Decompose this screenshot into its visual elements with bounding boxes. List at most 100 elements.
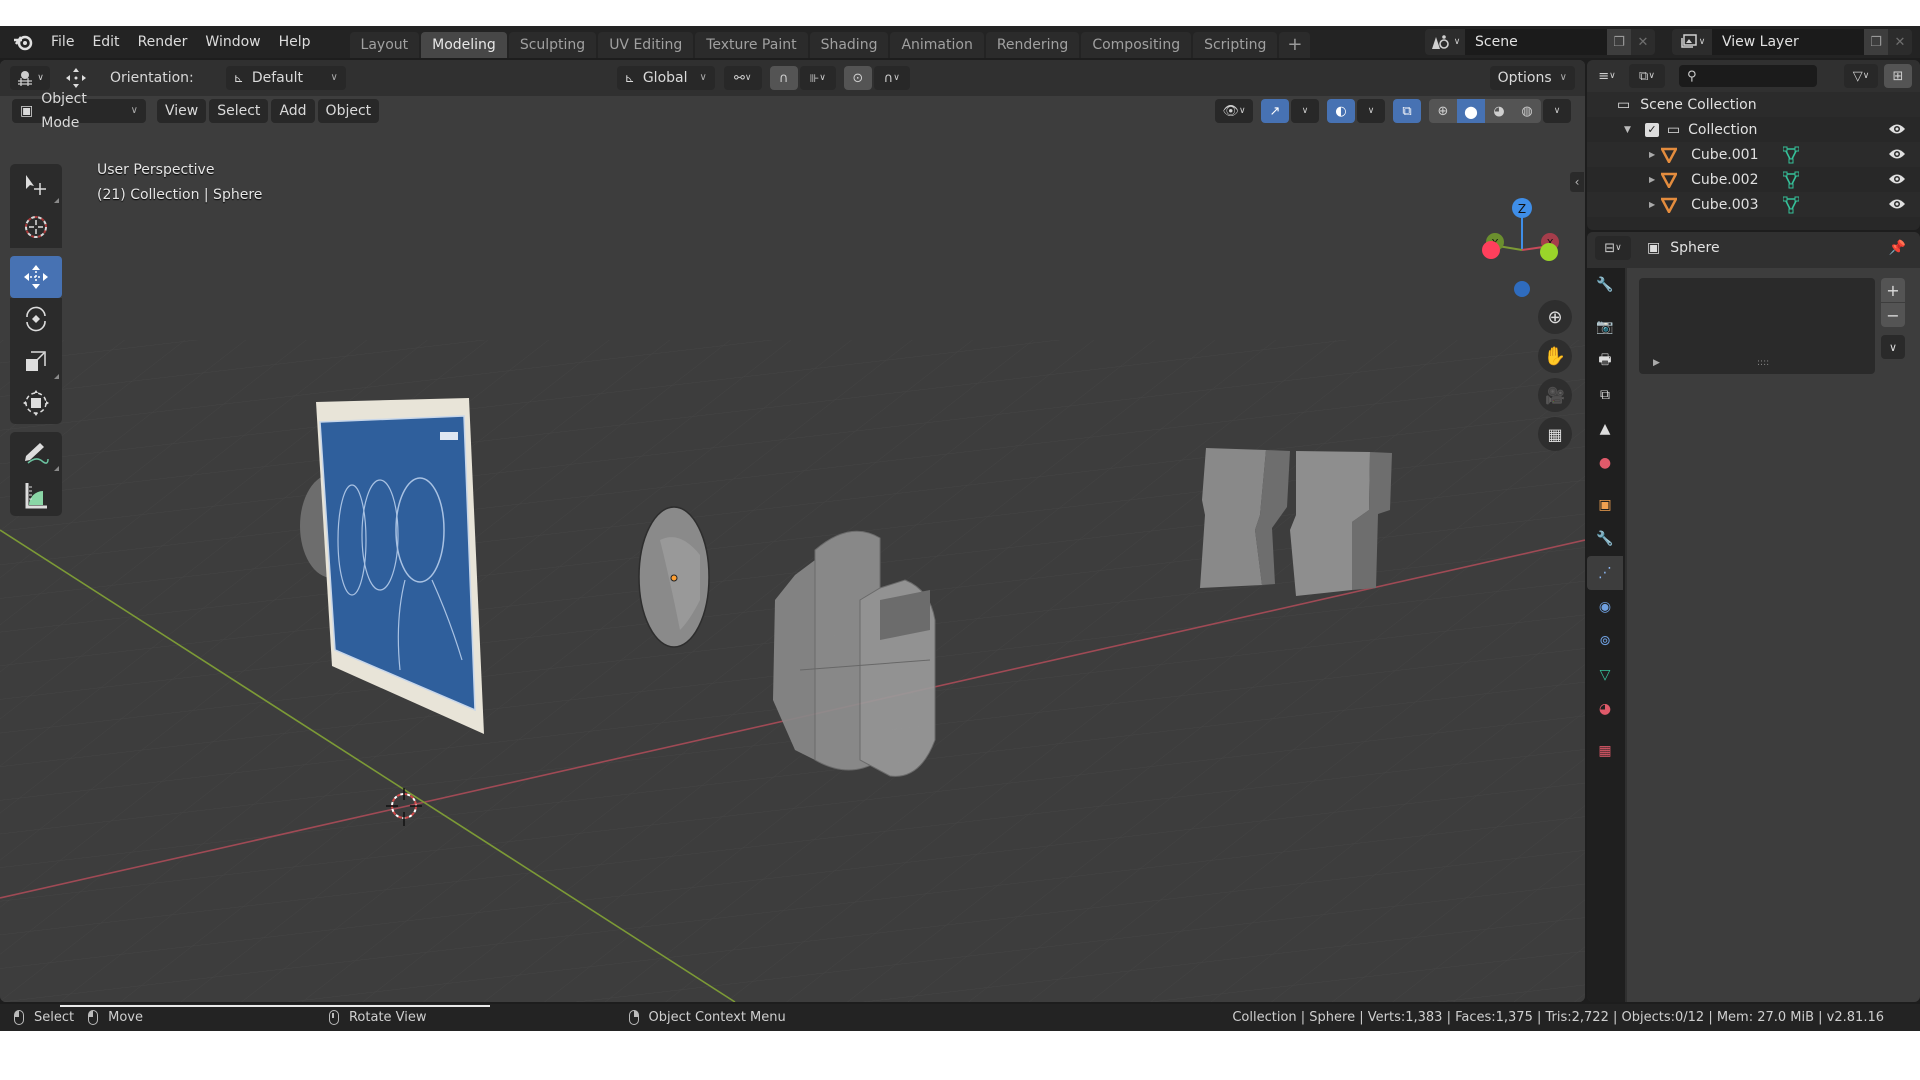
tool-rotate[interactable]	[10, 298, 62, 340]
tab-compositing[interactable]: Compositing	[1081, 32, 1192, 58]
outliner-row-cube-001[interactable]: ▶ Cube.001	[1587, 142, 1920, 167]
display-mode-dropdown[interactable]: ⧉ ∨	[1629, 64, 1665, 88]
menu-window[interactable]: Window	[196, 26, 269, 58]
visibility-eye-icon[interactable]	[1888, 147, 1906, 165]
visibility-dropdown[interactable]: 👁 ∨	[1215, 99, 1253, 123]
add-particle-system-button[interactable]: +	[1881, 278, 1905, 302]
scene-browse-button[interactable]: ∨	[1425, 29, 1465, 55]
sidebar-toggle[interactable]: ‹	[1570, 172, 1584, 192]
proportional-falloff-dropdown[interactable]: ∩ ∨	[873, 66, 910, 90]
menu-render[interactable]: Render	[129, 26, 197, 58]
tab-data[interactable]: ▽	[1587, 658, 1623, 692]
delete-view-layer-button[interactable]: ✕	[1888, 29, 1912, 55]
remove-particle-system-button[interactable]: −	[1881, 303, 1905, 327]
outliner-row-cube-003[interactable]: ▶ Cube.003	[1587, 192, 1920, 217]
tab-sculpting[interactable]: Sculpting	[508, 32, 597, 58]
specials-menu-button[interactable]: ∨	[1881, 335, 1905, 359]
menu-edit[interactable]: Edit	[83, 26, 128, 58]
shading-wireframe[interactable]: ⊕	[1429, 99, 1457, 123]
tab-rendering[interactable]: Rendering	[985, 32, 1080, 58]
tool-measure[interactable]	[10, 474, 62, 516]
tab-tool[interactable]: 🔧	[1587, 268, 1623, 302]
tool-transform[interactable]	[10, 382, 62, 424]
gizmo-dropdown[interactable]: ∨	[1291, 99, 1319, 123]
tab-constraints[interactable]: ⊚	[1587, 624, 1623, 658]
tab-render[interactable]: 📷	[1587, 310, 1623, 344]
view-layer-browse-button[interactable]: ∨	[1672, 29, 1712, 55]
filter-dropdown[interactable]: ▽ ∨	[1844, 64, 1878, 88]
expand-arrow-icon[interactable]: ▶	[1649, 175, 1655, 184]
visibility-eye-icon[interactable]	[1888, 197, 1906, 215]
mesh-data-icon[interactable]	[1783, 146, 1799, 164]
tab-scripting[interactable]: Scripting	[1193, 32, 1278, 58]
new-collection-button[interactable]: ⊞	[1884, 64, 1912, 88]
mesh-data-icon[interactable]	[1783, 171, 1799, 189]
shading-dropdown[interactable]: ∨	[1543, 99, 1571, 123]
options-dropdown[interactable]: Options ∨	[1489, 66, 1575, 90]
new-scene-button[interactable]: ❐	[1607, 29, 1631, 55]
mesh-data-icon[interactable]	[1783, 196, 1799, 214]
expand-arrow-icon[interactable]: ▶	[1649, 200, 1655, 209]
list-expand-icon[interactable]: ▶	[1653, 358, 1660, 368]
menu-object[interactable]: Object	[317, 99, 380, 123]
pan-view-button[interactable]: ✋	[1538, 339, 1572, 373]
outliner-row-scene-collection[interactable]: ▭ Scene Collection	[1587, 92, 1920, 117]
tab-texture[interactable]: ▦	[1587, 734, 1623, 768]
tab-shading[interactable]: Shading	[809, 32, 889, 58]
tab-world[interactable]: ●	[1587, 446, 1623, 480]
zoom-view-button[interactable]: ⊕	[1538, 300, 1572, 334]
proportional-editing-toggle[interactable]: ⊙	[843, 66, 872, 90]
tool-select-box[interactable]	[10, 164, 62, 206]
snap-toggle[interactable]: ∩	[769, 66, 798, 90]
tool-scale[interactable]	[10, 340, 62, 382]
perspective-toggle-button[interactable]: ▦	[1538, 417, 1572, 451]
cube-objects[interactable]	[1200, 448, 1392, 596]
scene-name-field[interactable]: Scene	[1465, 29, 1607, 55]
tab-particles[interactable]: ⋰	[1587, 556, 1623, 590]
collection-checkbox[interactable]: ✓	[1644, 122, 1659, 137]
tool-annotate[interactable]	[10, 432, 62, 474]
tab-uv-editing[interactable]: UV Editing	[598, 32, 694, 58]
overlays-toggle[interactable]: ◐	[1327, 99, 1355, 123]
tool-cursor[interactable]	[10, 206, 62, 248]
disclosure-triangle-icon[interactable]: ▼	[1624, 125, 1631, 135]
tab-texture-paint[interactable]: Texture Paint	[695, 32, 808, 58]
menu-help[interactable]: Help	[270, 26, 320, 58]
sphere-object[interactable]	[638, 506, 710, 648]
tab-modifiers[interactable]: 🔧	[1587, 522, 1623, 556]
orientation-dropdown[interactable]: ⊾ Default ∨	[225, 66, 346, 90]
outliner-editor-type[interactable]: ≡ ∨	[1593, 64, 1621, 88]
mode-dropdown[interactable]: ▣ Object Mode ∨	[12, 91, 146, 131]
blender-logo-icon[interactable]	[12, 31, 34, 53]
delete-scene-button[interactable]: ✕	[1631, 29, 1655, 55]
menu-view[interactable]: View	[157, 99, 207, 123]
shading-solid[interactable]: ●	[1457, 99, 1485, 123]
properties-editor-type[interactable]: ⊟ ∨	[1595, 236, 1631, 260]
shading-rendered[interactable]: ◍	[1513, 99, 1541, 123]
tab-layout[interactable]: Layout	[349, 32, 420, 58]
view-layer-name-field[interactable]: View Layer	[1712, 29, 1864, 55]
expand-arrow-icon[interactable]: ▶	[1649, 150, 1655, 159]
pin-icon[interactable]: 📌	[1889, 240, 1906, 256]
camera-view-button[interactable]: 🎥	[1538, 378, 1572, 412]
tab-view-layer[interactable]: ⧉	[1587, 378, 1623, 412]
new-view-layer-button[interactable]: ❐	[1864, 29, 1888, 55]
visibility-eye-icon[interactable]	[1888, 172, 1906, 190]
visibility-eye-icon[interactable]	[1888, 122, 1906, 140]
outliner-search-input[interactable]: ⚲	[1679, 65, 1817, 87]
pivot-point-dropdown[interactable]: ⚯ ∨	[723, 66, 762, 90]
3d-viewport[interactable]: Z Y X ∨ Orientation: ⊾ Default	[0, 60, 1585, 1002]
tab-object[interactable]: ▣	[1587, 488, 1623, 522]
xray-toggle[interactable]: ⧉	[1393, 99, 1421, 123]
tool-move[interactable]	[10, 256, 62, 298]
menu-add[interactable]: Add	[271, 99, 315, 123]
menu-select[interactable]: Select	[209, 99, 269, 123]
resize-handle-icon[interactable]: ::::	[1757, 358, 1769, 368]
tab-physics[interactable]: ◉	[1587, 590, 1623, 624]
add-workspace-button[interactable]: +	[1279, 32, 1311, 58]
tab-output[interactable]: 🖶	[1587, 344, 1623, 378]
transform-orientation-dropdown[interactable]: ⊾ Global ∨	[616, 66, 715, 90]
tab-modeling[interactable]: Modeling	[421, 32, 507, 58]
overlays-dropdown[interactable]: ∨	[1357, 99, 1385, 123]
menu-file[interactable]: File	[42, 26, 83, 58]
